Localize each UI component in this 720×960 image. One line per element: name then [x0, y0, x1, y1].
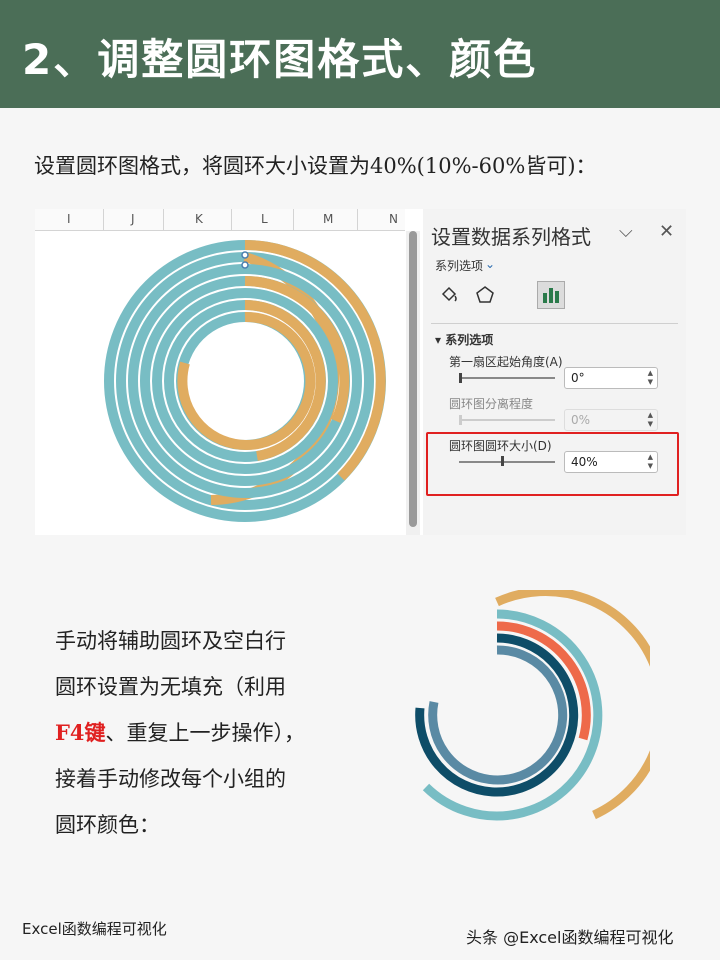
header-banner: 2、调整圆环图格式、颜色 — [0, 0, 720, 108]
section-label: 系列选项 — [445, 333, 494, 347]
instruction-line: F4键、重复上一步操作）， — [55, 710, 385, 756]
spin-value: 0% — [571, 413, 591, 427]
doughnut-chart-svg — [104, 240, 386, 522]
bar-chart-icon — [543, 288, 559, 303]
series-options-tab[interactable] — [537, 281, 565, 309]
spin-value: 0° — [571, 371, 585, 385]
column-header-j[interactable]: J — [131, 212, 135, 226]
arc-steel — [428, 645, 568, 785]
effects-tab[interactable] — [471, 281, 499, 309]
point-explosion-label: 圆环图分离程度 — [449, 397, 534, 411]
highlight-box — [426, 432, 679, 496]
point-explosion-slider — [459, 419, 555, 421]
doughnut-chart[interactable] — [35, 231, 405, 535]
footer-brand: Excel函数编程可视化 — [22, 920, 167, 938]
pane-divider — [431, 323, 678, 324]
chevron-down-icon[interactable]: ⌄ — [485, 257, 495, 271]
column-header-m[interactable]: M — [323, 212, 333, 226]
fill-line-tab[interactable] — [435, 281, 463, 309]
slider-thumb[interactable] — [459, 373, 462, 383]
instruction-line: 接着手动修改每个小组的 — [55, 767, 286, 791]
close-icon[interactable]: ✕ — [659, 221, 674, 242]
selection-handle — [241, 261, 249, 269]
footer-watermark: 头条 @Excel函数编程可视化 — [466, 928, 674, 947]
colored-arcs-illustration — [415, 590, 650, 821]
instruction-line: 手动将辅助圆环及空白行 — [55, 629, 286, 653]
pane-title: 设置数据系列格式 — [431, 225, 591, 249]
instruction-text: 手动将辅助圆环及空白行 圆环设置为无填充（利用 F4键、重复上一步操作）， 接着… — [55, 618, 385, 848]
pentagon-icon — [476, 286, 494, 303]
point-explosion-input: 0% ▲ ▼ — [564, 409, 658, 431]
section-series-options[interactable]: ▾ 系列选项 — [435, 331, 493, 348]
column-header-k[interactable]: K — [195, 212, 203, 226]
chevron-down-icon[interactable]: ⌵ — [619, 221, 633, 242]
f4-key-highlight: F4键 — [55, 720, 106, 745]
slider-thumb — [459, 415, 462, 425]
vertical-scrollbar[interactable] — [406, 231, 420, 535]
first-slice-angle-input[interactable]: 0° ▲ ▼ — [564, 367, 658, 389]
series-options-dropdown[interactable]: 系列选项 — [435, 257, 483, 274]
page-title: 2、调整圆环图格式、颜色 — [22, 35, 538, 84]
arc-dark-blue — [415, 633, 579, 797]
column-header-l[interactable]: L — [261, 212, 268, 226]
intro-text: 设置圆环图格式，将圆环大小设置为40%(10%-60%皆可)： — [34, 154, 597, 178]
instruction-line: 圆环颜色： — [55, 813, 160, 837]
column-header-n[interactable]: N — [389, 212, 398, 226]
first-slice-angle-slider[interactable] — [459, 377, 555, 379]
scrollbar-thumb[interactable] — [409, 231, 417, 527]
column-header-i[interactable]: I — [67, 212, 71, 226]
instruction-line-rest: 、重复上一步操作）， — [105, 721, 306, 745]
column-header-row: I J K L M N — [35, 209, 405, 231]
instruction-line: 圆环设置为无填充（利用 — [55, 675, 286, 699]
first-slice-angle-label: 第一扇区起始角度(A) — [449, 355, 563, 369]
paint-bucket-icon — [441, 286, 457, 302]
spin-arrows-icon[interactable]: ▲ ▼ — [648, 369, 653, 387]
selection-handle — [241, 251, 249, 259]
spin-arrows-icon: ▲ ▼ — [647, 411, 653, 428]
